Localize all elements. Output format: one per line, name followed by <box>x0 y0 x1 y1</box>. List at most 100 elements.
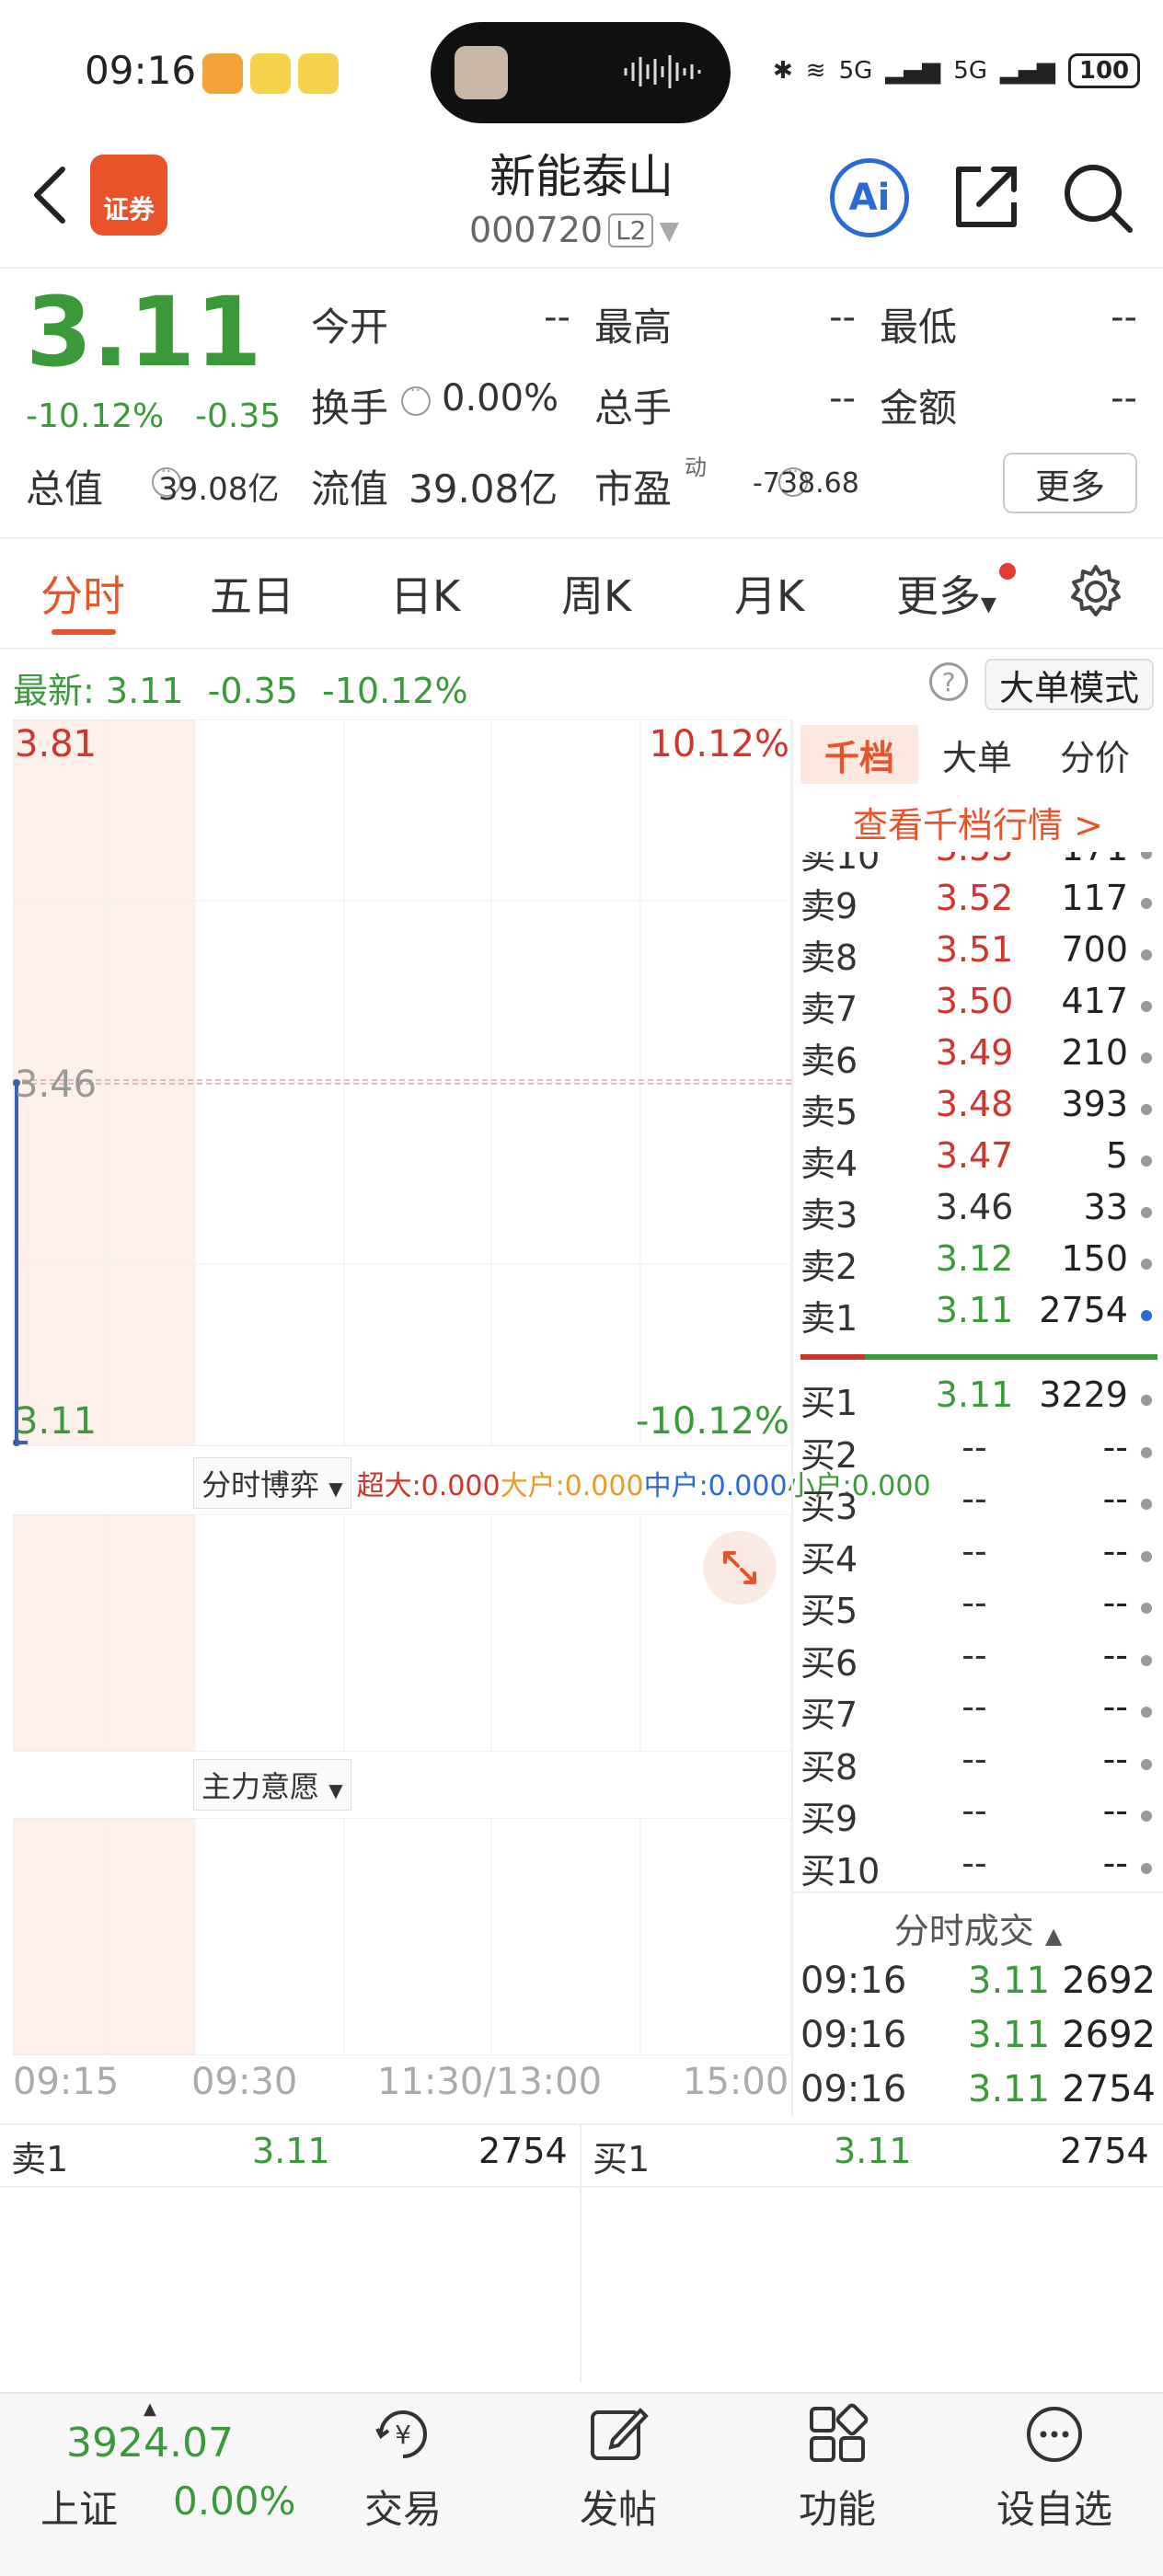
notification-dot <box>999 563 1016 580</box>
tab-big-orders[interactable]: 大单 <box>918 725 1036 784</box>
main-force-label: 主力意愿 <box>202 1769 320 1804</box>
bid-price: -- <box>961 1686 987 1727</box>
nav-functions[interactable]: 功能 <box>773 2401 902 2535</box>
ask-row[interactable]: 卖1 3.11 2754 <box>800 1290 1152 1341</box>
low-value: -- <box>1111 296 1137 339</box>
bid-row[interactable]: 买8 -- -- <box>800 1739 1152 1790</box>
status-dot-icon <box>1141 949 1152 960</box>
latest-row: 最新: 3.11 -0.35 -10.12% <box>13 662 468 713</box>
time-label-close: 15:00 <box>683 2061 789 2103</box>
view-thousand-levels-link[interactable]: 查看千档行情 > <box>793 797 1163 847</box>
tab-daily-k[interactable]: 日K <box>390 563 460 624</box>
tab-thousand-levels[interactable]: 千档 <box>800 725 918 784</box>
trades-header[interactable]: 分时成交 ▲ <box>793 1903 1163 1953</box>
share-icon[interactable] <box>948 158 1025 236</box>
tab-weekly-k[interactable]: 周K <box>561 563 631 624</box>
ask-row[interactable]: 卖5 3.48 393 <box>800 1084 1152 1135</box>
ask-volume: 5 <box>1105 1135 1128 1176</box>
time-label-open: 09:15 <box>13 2061 120 2103</box>
bid-row[interactable]: 买7 -- -- <box>800 1686 1152 1738</box>
trade-price: 3.11 <box>968 2014 1051 2056</box>
volume-label: 总手 <box>594 385 673 431</box>
health-app-icon <box>202 53 243 94</box>
trade-volume: 2692 <box>1062 1960 1156 2002</box>
bid-row[interactable]: 买4 -- -- <box>800 1531 1152 1582</box>
stock-code-row[interactable]: 000720 L2 ▼ <box>469 210 679 250</box>
ai-button[interactable]: Ai <box>830 158 909 237</box>
latest-change: -0.35 <box>207 671 298 711</box>
status-dot-icon <box>1141 1758 1152 1770</box>
bid-row[interactable]: 买2 -- -- <box>800 1427 1152 1478</box>
audio-wave-icon <box>624 55 701 88</box>
bid-level-label: 买6 <box>800 1642 858 1684</box>
back-icon[interactable] <box>26 158 77 232</box>
level2-badge: L2 <box>608 213 654 247</box>
ask-price: 3.12 <box>935 1238 1014 1279</box>
index-value[interactable]: 3924.07 <box>66 2420 234 2467</box>
ask-volume: 117 <box>1061 878 1128 918</box>
pe-value: -738.68 <box>753 467 859 500</box>
ask-price: 3.11 <box>935 1290 1014 1330</box>
expand-icon[interactable] <box>703 1531 777 1604</box>
ask-row[interactable]: 卖3 3.46 33 <box>800 1187 1152 1238</box>
more-circle-icon <box>1027 2407 1082 2462</box>
bid-row[interactable]: 买1 3.11 3229 <box>800 1374 1152 1426</box>
tab-five-day[interactable]: 五日 <box>210 563 294 624</box>
ask-volume: 700 <box>1061 929 1128 970</box>
ask-row[interactable]: 卖4 3.47 5 <box>800 1135 1152 1187</box>
buy1-volume: 2754 <box>1060 2131 1149 2171</box>
buy1-label: 买1 <box>593 2139 651 2179</box>
chevron-down-icon: ▼ <box>981 593 996 616</box>
bid-row[interactable]: 买9 -- -- <box>800 1790 1152 1842</box>
battery-level: 100 <box>1078 57 1130 85</box>
bid-price: -- <box>961 1738 987 1779</box>
main-force-select[interactable]: 主力意愿 ▼ <box>193 1759 351 1811</box>
ask-row[interactable]: 卖6 3.49 210 <box>800 1032 1152 1084</box>
divider <box>0 648 1163 650</box>
help-icon[interactable]: ? <box>929 662 968 701</box>
float-cap-label: 流值 <box>311 466 389 512</box>
status-dot-icon <box>1141 1862 1152 1874</box>
more-button[interactable]: 更多 <box>1003 453 1137 513</box>
broker-logo[interactable]: 证券 <box>90 155 167 236</box>
low-label: 最低 <box>880 305 958 350</box>
search-icon[interactable] <box>1058 158 1135 236</box>
nav-trade[interactable]: ¥ 交易 <box>339 2401 467 2535</box>
ask-level-label: 卖7 <box>800 989 858 1029</box>
chevron-up-icon: ▲ <box>1044 1923 1063 1949</box>
index-pct: 0.00% <box>173 2478 296 2524</box>
tab-intraday[interactable]: 分时 <box>40 563 125 624</box>
intraday-chart[interactable]: 3.81 10.12% 3.46 3.11 -10.12% <box>13 719 791 1446</box>
info-icon[interactable] <box>401 381 431 416</box>
tab-monthly-k[interactable]: 月K <box>734 563 804 624</box>
y-bottom-pct: -10.12% <box>636 1400 789 1443</box>
gear-icon[interactable] <box>1067 563 1124 620</box>
status-dot-icon <box>1141 1707 1152 1718</box>
tab-price-distribution[interactable]: 分价 <box>1036 725 1154 784</box>
ask-volume: 33 <box>1083 1187 1128 1227</box>
ask-row[interactable]: 卖2 3.12 150 <box>800 1238 1152 1290</box>
bid-row[interactable]: 买6 -- -- <box>800 1635 1152 1686</box>
ask-row[interactable]: 卖7 3.50 417 <box>800 981 1152 1032</box>
main-force-chart <box>13 1818 791 2055</box>
indicator-select[interactable]: 分时博弈 ▼ <box>193 1457 351 1509</box>
bid-row[interactable]: 买3 -- -- <box>800 1478 1152 1530</box>
tab-more[interactable]: 更多▼ <box>896 563 996 624</box>
amount-value: -- <box>1111 377 1137 420</box>
nav-add-watchlist[interactable]: 设自选 <box>990 2401 1119 2535</box>
signal-5g-1: 5G <box>838 57 873 85</box>
big-order-mode-button[interactable]: 大单模式 <box>985 659 1154 710</box>
indicator-chart <box>13 1514 791 1752</box>
status-dot-icon <box>1141 1156 1152 1167</box>
ask-row[interactable]: 卖9 3.52 117 <box>800 878 1152 929</box>
wifi-icon: ≋ <box>805 57 826 85</box>
nav-post[interactable]: 发帖 <box>554 2401 683 2535</box>
ask-level-label: 卖2 <box>800 1247 858 1287</box>
ask-row[interactable]: 卖8 3.51 700 <box>800 929 1152 981</box>
bid-row[interactable]: 买10 -- -- <box>800 1843 1152 1894</box>
trade-row: 09:16 3.11 2754 <box>800 2068 1156 2122</box>
nav-post-label: 发帖 <box>579 2487 657 2532</box>
bid-row[interactable]: 买5 -- -- <box>800 1582 1152 1634</box>
index-name[interactable]: 上证 <box>40 2478 118 2535</box>
sell1-label: 卖1 <box>11 2139 69 2179</box>
